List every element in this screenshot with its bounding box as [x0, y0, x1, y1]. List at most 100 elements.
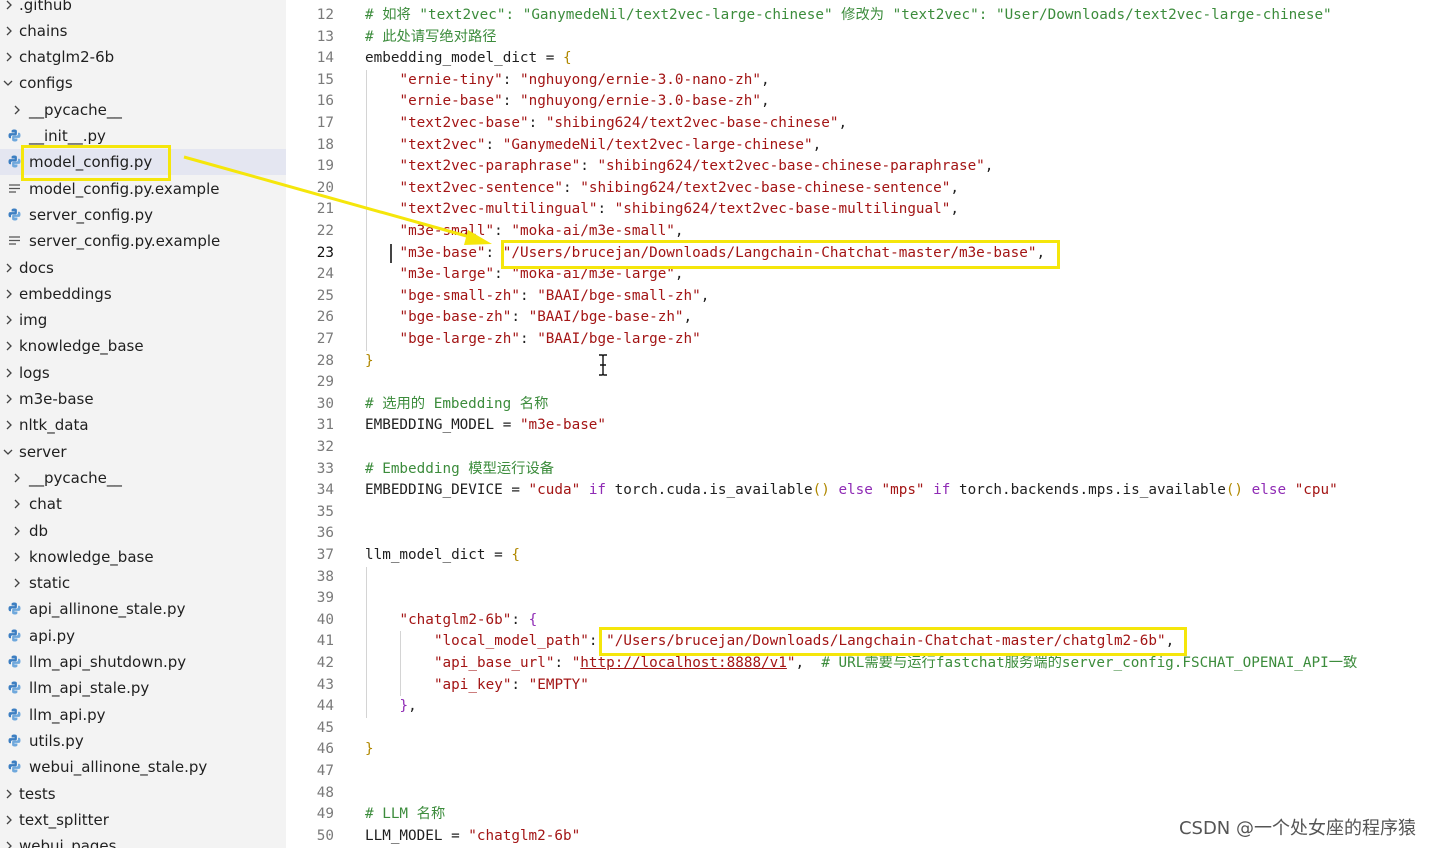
code-line[interactable]: 47	[286, 761, 1433, 783]
code-token: "m3e-large"	[399, 266, 495, 283]
chevron-right-icon[interactable]	[12, 544, 24, 570]
code-line[interactable]: 46}	[286, 739, 1433, 761]
code-line[interactable]: 13 # 此处请写绝对路径	[286, 27, 1433, 49]
code-line[interactable]: 15 "ernie-tiny": "nghuyong/ernie-3.0-nano…	[286, 70, 1433, 92]
chevron-right-icon[interactable]	[4, 0, 16, 18]
folder-knowledge-base[interactable]: knowledge_base	[0, 333, 286, 359]
code-line[interactable]: 27 "bge-large-zh": "BAAI/bge-large-zh"	[286, 329, 1433, 351]
code-token: else	[1251, 482, 1287, 499]
code-line[interactable]: 25 "bge-small-zh": "BAAI/bge-small-zh",	[286, 286, 1433, 308]
code-line[interactable]: 29	[286, 372, 1433, 394]
chevron-down-icon[interactable]	[2, 439, 14, 465]
chevron-right-icon[interactable]	[12, 518, 24, 544]
folder-embeddings[interactable]: embeddings	[0, 281, 286, 307]
code-line[interactable]: 38	[286, 567, 1433, 589]
chevron-right-icon[interactable]	[4, 281, 16, 307]
chevron-right-icon[interactable]	[4, 255, 16, 281]
file-utils-py[interactable]: utils.py	[0, 728, 286, 754]
code-line[interactable]: 28}	[286, 351, 1433, 373]
tree-item-label: llm_api_shutdown.py	[29, 653, 187, 671]
tree-item-label: configs	[19, 74, 73, 93]
chevron-right-icon[interactable]	[4, 360, 16, 386]
chevron-right-icon[interactable]	[4, 781, 16, 807]
folder-server[interactable]: server	[0, 439, 286, 465]
code-token: ,	[984, 158, 994, 175]
code-line[interactable]: 34 EMBEDDING_DEVICE = "cuda" if torch.cud…	[286, 480, 1433, 502]
folder-pycache[interactable]: __pycache__	[0, 97, 286, 123]
code-editor[interactable]: 12 # 如将 "text2vec": "GanymedeNil/text2vec…	[286, 0, 1433, 848]
chevron-right-icon[interactable]	[12, 465, 24, 491]
folder-chains[interactable]: chains	[0, 18, 286, 44]
file-server-config-py[interactable]: server_config.py	[0, 202, 286, 228]
chevron-right-icon[interactable]	[12, 570, 24, 596]
folder-tests[interactable]: tests	[0, 781, 286, 807]
folder-configs[interactable]: configs	[0, 70, 286, 96]
file-llm-api-stale-py[interactable]: llm_api_stale.py	[0, 675, 286, 701]
file-server-config-py-example[interactable]: server_config.py.example	[0, 228, 286, 254]
file-llm-api-shutdown-py[interactable]: llm_api_shutdown.py	[0, 649, 286, 675]
code-token: {	[562, 50, 572, 67]
code-token: "	[571, 655, 581, 671]
code-line[interactable]: 44},	[286, 696, 1433, 718]
file-api-py[interactable]: api.py	[0, 623, 286, 649]
code-line[interactable]: 21 "text2vec-multilingual": "shibing624/t…	[286, 199, 1433, 221]
folder-m3e-base[interactable]: m3e-base	[0, 386, 286, 412]
code-line[interactable]: 43 "api_key": "EMPTY"	[286, 675, 1433, 697]
code-token: "text2vec-base"	[399, 115, 529, 131]
file-webui-allinone-stale-py[interactable]: webui_allinone_stale.py	[0, 754, 286, 780]
code-line[interactable]: 39	[286, 588, 1433, 610]
folder-github[interactable]: .github	[0, 0, 286, 18]
folder-knowledge-base[interactable]: knowledge_base	[0, 544, 286, 570]
code-line[interactable]: 33 # Embedding 模型运行设备	[286, 459, 1433, 481]
code-token: ,	[761, 93, 770, 110]
chevron-right-icon[interactable]	[4, 833, 16, 848]
python-file-icon	[8, 754, 22, 780]
chevron-right-icon[interactable]	[4, 44, 16, 70]
code-line[interactable]: 30 # 选用的 Embedding 名称	[286, 394, 1433, 416]
code-token: "	[786, 655, 796, 671]
chevron-right-icon[interactable]	[4, 412, 16, 438]
code-line[interactable]: 35	[286, 502, 1433, 524]
chevron-right-icon[interactable]	[4, 333, 16, 359]
file-llm-api-py[interactable]: llm_api.py	[0, 702, 286, 728]
folder-img[interactable]: img	[0, 307, 286, 333]
chevron-right-icon[interactable]	[4, 307, 16, 333]
code-line[interactable]: 48	[286, 783, 1433, 805]
chevron-right-icon[interactable]	[4, 18, 16, 44]
code-link[interactable]: http://localhost:8888/v1	[580, 655, 787, 671]
code-line[interactable]: 42 "api_base_url": "http://localhost:8888…	[286, 653, 1433, 675]
chevron-down-icon[interactable]	[2, 70, 14, 96]
code-line[interactable]: 12 # 如将 "text2vec": "GanymedeNil/text2vec…	[286, 5, 1433, 27]
file-api-allinone-stale-py[interactable]: api_allinone_stale.py	[0, 596, 286, 622]
line-number: 21	[316, 201, 334, 218]
folder-db[interactable]: db	[0, 518, 286, 544]
code-line[interactable]: 19 "text2vec-paraphrase": "shibing624/tex…	[286, 156, 1433, 178]
code-line[interactable]: 45	[286, 718, 1433, 740]
code-line[interactable]: 31 EMBEDDING_MODEL = "m3e-base"	[286, 415, 1433, 437]
code-line[interactable]: 26 "bge-base-zh": "BAAI/bge-base-zh",	[286, 307, 1433, 329]
code-line[interactable]: 14 embedding_model_dict = {	[286, 48, 1433, 70]
code-line[interactable]: 20 "text2vec-sentence": "shibing624/text2…	[286, 178, 1433, 200]
chevron-right-icon[interactable]	[12, 97, 24, 123]
folder-webui-pages[interactable]: webui_pages	[0, 833, 286, 848]
tree-item-label: server_config.py.example	[29, 232, 221, 251]
code-token: "m3e-base"	[519, 417, 607, 434]
chevron-right-icon[interactable]	[12, 491, 24, 517]
folder-logs[interactable]: logs	[0, 360, 286, 386]
code-line[interactable]: 16 "ernie-base": "nghuyong/ernie-3.0-base…	[286, 91, 1433, 113]
code-line[interactable]: 37 llm_model_dict = {	[286, 545, 1433, 567]
folder-chat[interactable]: chat	[0, 491, 286, 517]
code-line[interactable]: 32	[286, 437, 1433, 459]
folder-nltk-data[interactable]: nltk_data	[0, 412, 286, 438]
folder-text-splitter[interactable]: text_splitter	[0, 807, 286, 833]
chevron-right-icon[interactable]	[4, 807, 16, 833]
folder-chatglm2-6b[interactable]: chatglm2-6b	[0, 44, 286, 70]
code-line[interactable]: 36	[286, 523, 1433, 545]
folder-pycache[interactable]: __pycache__	[0, 465, 286, 491]
folder-docs[interactable]: docs	[0, 255, 286, 281]
code-line[interactable]: 18 "text2vec": "GanymedeNil/text2vec-larg…	[286, 135, 1433, 157]
chevron-right-icon[interactable]	[4, 386, 16, 412]
code-line[interactable]: 17 "text2vec-base": "shibing624/text2vec-…	[286, 113, 1433, 135]
folder-static[interactable]: static	[0, 570, 286, 596]
